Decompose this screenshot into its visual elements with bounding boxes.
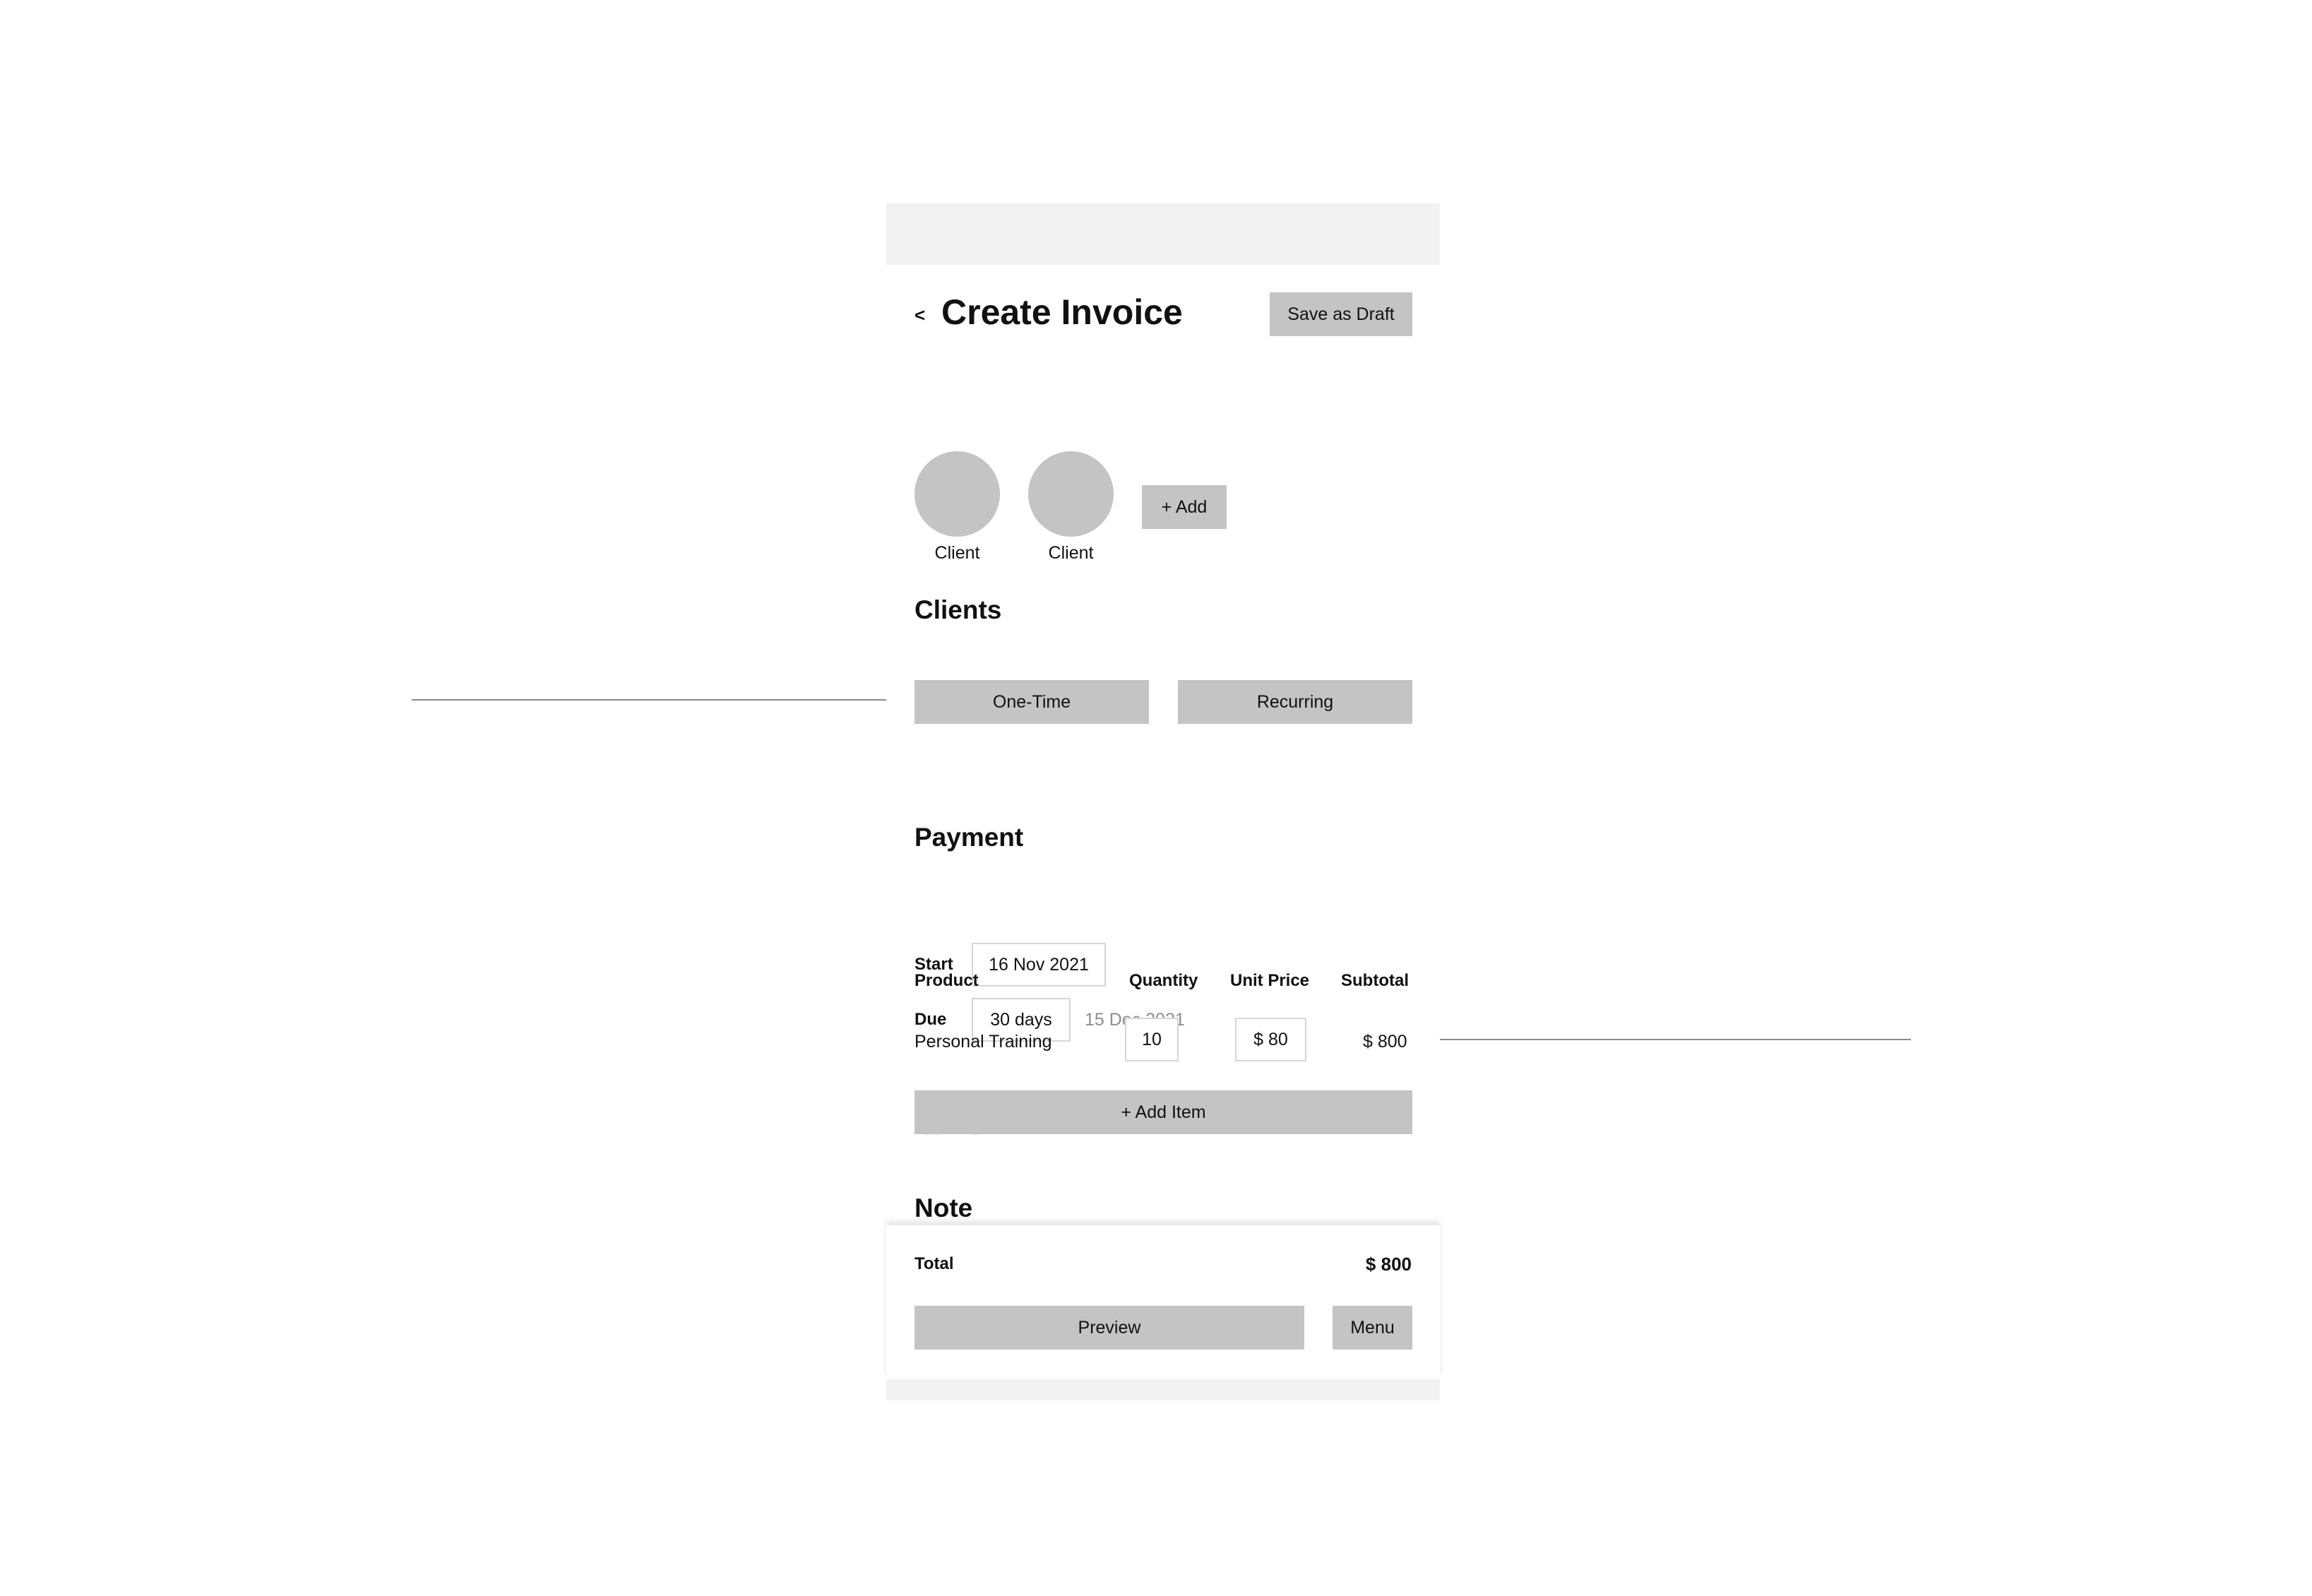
client-avatar[interactable] (914, 451, 1000, 537)
connector-line-right (1424, 1039, 1911, 1040)
start-date-field[interactable]: 16 Nov 2021 (972, 943, 1106, 987)
item-quantity-field[interactable]: 10 (1125, 1018, 1179, 1061)
add-client-button[interactable]: + Add (1142, 485, 1227, 529)
item-subtotal: $ 800 (1363, 1032, 1407, 1052)
client-label: Client (1048, 543, 1094, 563)
bottom-bar (886, 1379, 1440, 1400)
status-bar (886, 203, 1440, 265)
recurring-payment-button[interactable]: Recurring (1178, 680, 1412, 724)
column-header-product: Product (914, 971, 979, 990)
total-label: Total (914, 1254, 954, 1273)
payment-section-title: Payment (914, 823, 1024, 852)
due-label: Due (914, 1010, 947, 1029)
menu-button[interactable]: Menu (1333, 1306, 1412, 1350)
phone-screen: < Create Invoice Save as Draft Clients C… (886, 203, 1440, 1400)
preview-button[interactable]: Preview (914, 1306, 1304, 1350)
column-header-unit-price: Unit Price (1230, 971, 1310, 990)
save-as-draft-button[interactable]: Save as Draft (1270, 292, 1412, 336)
summary-footer (886, 1225, 1440, 1379)
item-unit-price-field[interactable]: $ 80 (1235, 1018, 1306, 1061)
page-title: Create Invoice (941, 292, 1183, 332)
client-label: Client (934, 543, 980, 563)
back-button[interactable]: < (914, 302, 936, 328)
item-product-name: Personal Training (914, 1032, 1052, 1052)
one-time-payment-button[interactable]: One-Time (914, 680, 1149, 724)
column-header-subtotal: Subtotal (1341, 971, 1409, 990)
total-value: $ 800 (1365, 1253, 1412, 1275)
add-item-button[interactable]: + Add Item (914, 1090, 1412, 1134)
connector-line-left (412, 699, 901, 701)
client-avatar[interactable] (1028, 451, 1114, 537)
clients-section-title: Clients (914, 595, 1002, 624)
note-section-title: Note (914, 1193, 973, 1222)
column-header-quantity: Quantity (1129, 971, 1198, 990)
